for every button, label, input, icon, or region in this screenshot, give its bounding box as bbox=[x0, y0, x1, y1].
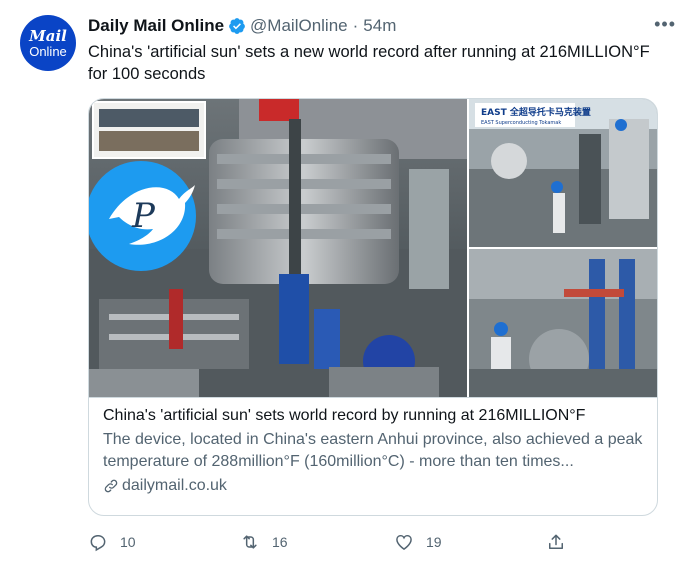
retweet-count: 16 bbox=[272, 534, 288, 550]
reply-icon bbox=[90, 535, 106, 552]
control-room-photo: EAST 全超导托卡马克装置 EAST Superconducting Toka… bbox=[469, 99, 657, 247]
card-title: China's 'artificial sun' sets world reco… bbox=[103, 407, 586, 424]
card-description: The device, located in China's eastern A… bbox=[103, 431, 643, 470]
like-button[interactable]: 19 bbox=[394, 532, 442, 552]
retweet-button[interactable]: 16 bbox=[240, 532, 288, 552]
card-domain-text: dailymail.co.uk bbox=[122, 477, 227, 494]
sign-subtitle: EAST Superconducting Tokamak bbox=[481, 120, 561, 126]
sign-title: EAST 全超导托卡马克装置 bbox=[481, 106, 591, 118]
svg-text:P: P bbox=[131, 196, 156, 236]
tweet-text: China's 'artificial sun' sets a new worl… bbox=[88, 43, 650, 83]
avatar-line1: Mail bbox=[29, 26, 67, 45]
avatar-line2: Online bbox=[29, 43, 67, 59]
account-name[interactable]: Daily Mail Online bbox=[88, 16, 224, 36]
account-handle[interactable]: @MailOnline bbox=[250, 16, 348, 36]
tweet-header: Daily Mail Online @MailOnline · 54m bbox=[88, 15, 670, 37]
retweet-icon bbox=[243, 535, 257, 549]
reply-count: 10 bbox=[120, 534, 136, 550]
like-count: 19 bbox=[426, 534, 442, 550]
share-button[interactable] bbox=[546, 532, 578, 552]
card-media[interactable]: P EAST 全超导托卡马克装置 EAST Superconducting To… bbox=[89, 99, 657, 398]
share-icon bbox=[549, 534, 563, 549]
tokamak-photo-main: P bbox=[89, 99, 467, 397]
tweet-actions: 10 16 19 bbox=[88, 532, 608, 554]
avatar[interactable]: Mail Online bbox=[20, 15, 76, 71]
link-icon bbox=[104, 479, 118, 493]
more-options-icon[interactable]: ••• bbox=[654, 14, 676, 35]
link-card[interactable]: P EAST 全超导托卡马克装置 EAST Superconducting To… bbox=[88, 98, 658, 516]
separator: · bbox=[352, 16, 359, 35]
engineer-photo bbox=[469, 249, 657, 397]
verified-badge-icon bbox=[228, 17, 246, 35]
tweet-timestamp[interactable]: 54m bbox=[363, 16, 396, 36]
card-domain[interactable]: dailymail.co.uk bbox=[103, 475, 643, 497]
reply-button[interactable]: 10 bbox=[88, 532, 136, 552]
heart-icon bbox=[396, 534, 412, 550]
